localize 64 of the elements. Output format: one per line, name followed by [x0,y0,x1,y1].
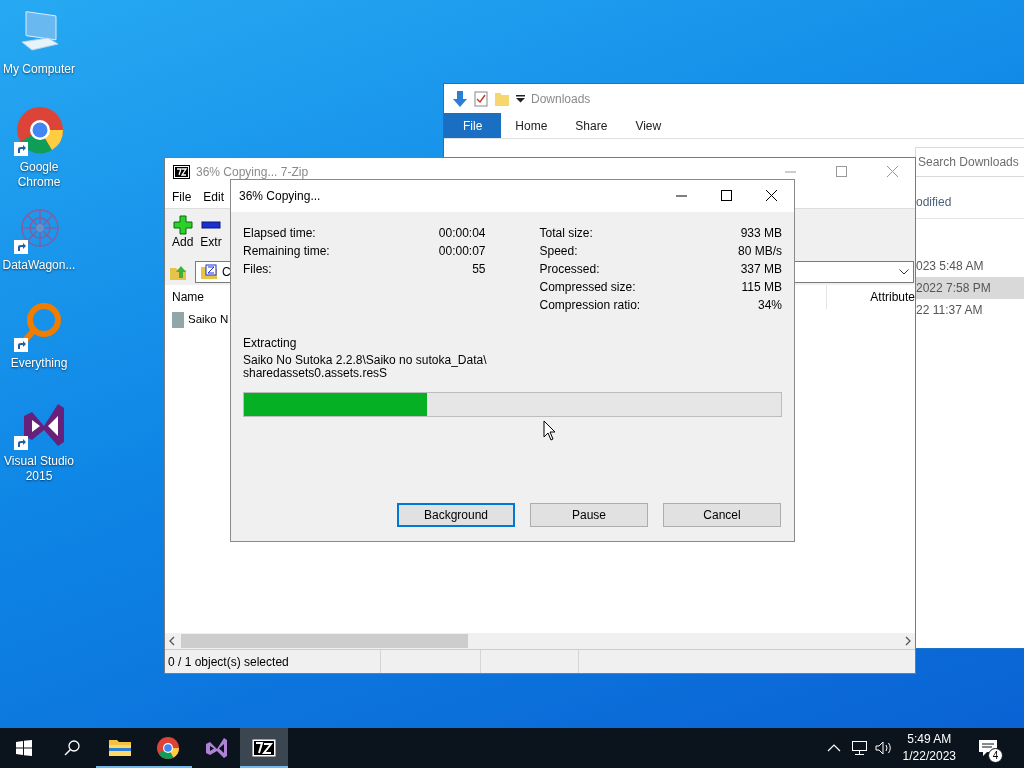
stat-value: 34% [757,297,782,314]
taskbar-app-button[interactable] [240,728,288,768]
stat-value: 337 MB [740,261,782,278]
chrome-icon [156,736,180,760]
scrollbar-thumb[interactable] [181,634,468,648]
ribbon-tab[interactable]: Home [501,113,562,138]
windows-start-icon[interactable] [16,740,32,756]
menu-item[interactable]: File [172,188,192,206]
stat-label: Elapsed time: [243,225,316,242]
stat-label: Remaining time: [243,243,330,260]
ribbon-tab[interactable]: Share [561,113,622,138]
stat-value: 00:00:04 [438,225,486,242]
stat-label: Speed: [539,243,578,260]
column-header[interactable]: Attribute [870,288,915,306]
network-icon[interactable] [850,740,868,756]
dropdown-caret-icon [516,94,525,103]
date-modified-cell[interactable]: 023 5:48 AM [915,255,1024,277]
dialog-button[interactable]: Cancel [663,503,781,527]
file-name[interactable]: Saiko N [188,311,229,329]
chevron-up-icon[interactable] [826,743,841,753]
properties-icon [474,90,488,107]
stat-value: 115 MB [741,279,782,296]
dialog-button[interactable]: Background [397,503,515,527]
volume-icon[interactable] [874,740,893,756]
date-modified-cell[interactable]: 2022 7:58 PM [915,277,1024,299]
clock[interactable]: 5:49 AM 1/22/2023 [898,731,960,765]
stat-label: Files: [243,261,272,278]
ribbon-tab[interactable]: File [444,113,502,138]
window-title: Downloads [531,90,591,108]
ribbon-tab[interactable]: View [621,113,676,138]
operation-label: Extracting [243,335,298,352]
search-field[interactable]: Search Downloads [915,147,1024,177]
stat-value: 933 MB [740,225,782,242]
desktop-icon-label[interactable]: Visual Studio 2015 [0,454,78,484]
column-header[interactable]: Name [172,288,204,306]
folder-icon [494,90,510,107]
notification-button[interactable]: 4 [966,728,1010,768]
stat-value: 55 [472,261,486,278]
date-modified-cell[interactable]: 22 11:37 AM [915,299,1024,321]
stat-label: Total size: [539,225,593,242]
download-arrow-icon [452,89,468,108]
chevron-down-icon [899,269,909,275]
visual-studio-icon [204,736,228,760]
file-path: Saiko No Sutoka 2.2.8\Saiko no sutoka_Data\ sharedassets0.assets.resS [243,354,488,380]
toolbar-button[interactable]: Add [169,215,197,249]
app-logo-icon [173,165,190,179]
plus-icon [172,215,193,235]
window-title: 36% Copying... 7-Zip [196,164,309,181]
status-text: 0 / 1 object(s) selected [167,653,290,671]
app-icon[interactable] [14,106,66,156]
notification-count: 4 [988,748,1003,763]
menu-item[interactable]: Edit [203,188,225,206]
dialog-button[interactable]: Pause [530,503,648,527]
toolbar-button[interactable]: Extr [197,215,225,249]
archive-folder-icon [200,264,218,280]
search-icon[interactable] [64,740,80,756]
mouse-pointer-icon [543,420,556,441]
file-icon [172,312,184,328]
dialog-title: 36% Copying... [239,188,321,205]
stat-label: Compressed size: [539,279,636,296]
stat-value: 00:00:07 [438,243,486,260]
stat-label: Processed: [539,261,600,278]
stat-value: 80 MB/s [738,243,782,260]
stat-label: Compression ratio: [539,297,641,314]
